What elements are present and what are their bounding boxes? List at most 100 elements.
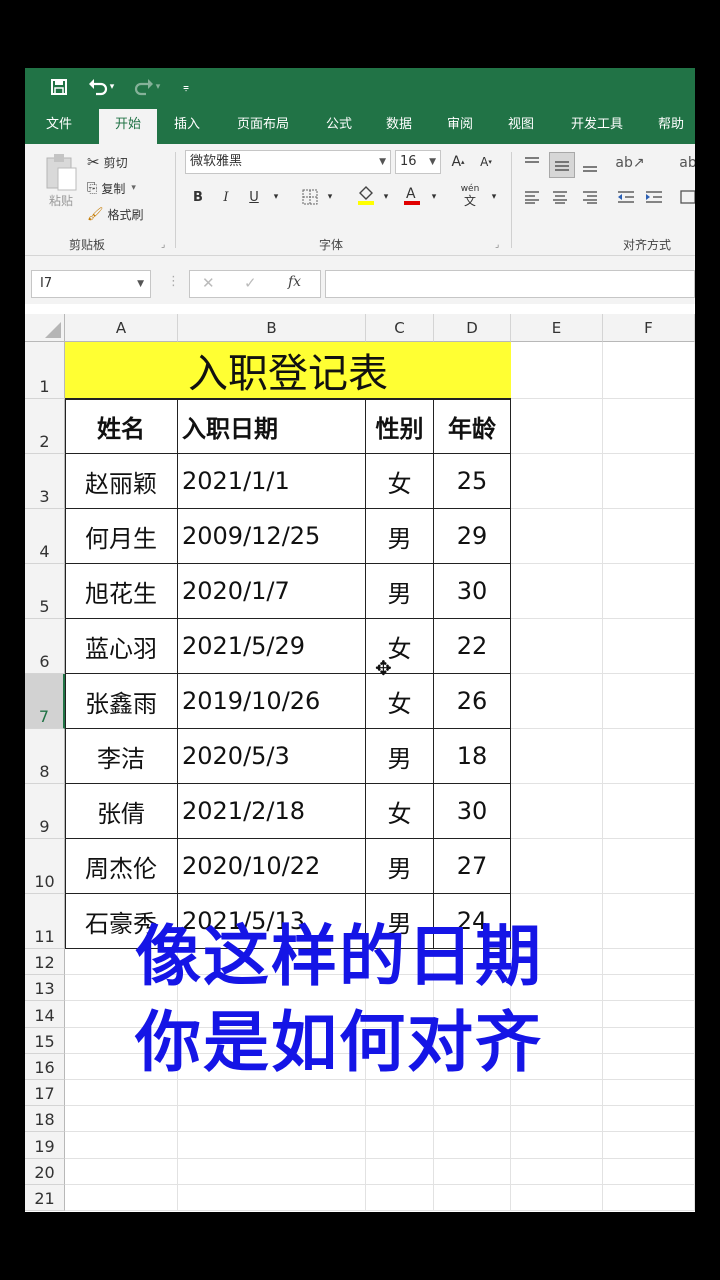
table-cell[interactable]: 2009/12/25 <box>178 509 366 564</box>
column-header-f[interactable]: F <box>603 314 695 342</box>
borders-icon[interactable] <box>299 186 321 208</box>
row-header[interactable]: 18 <box>25 1106 65 1133</box>
row-header[interactable]: 21 <box>25 1184 65 1211</box>
row-header[interactable]: 3 <box>25 454 65 509</box>
table-cell[interactable]: 女 <box>366 674 434 729</box>
font-family-select[interactable]: 微软雅黑 ▼ <box>185 150 391 174</box>
align-left-icon[interactable] <box>521 186 543 208</box>
increase-indent-icon[interactable] <box>643 186 665 208</box>
save-icon[interactable] <box>47 76 71 98</box>
tab-developer[interactable]: 开发工具 <box>559 106 635 144</box>
chevron-down-icon[interactable]: ▼ <box>137 271 144 297</box>
table-cell[interactable]: 张倩 <box>65 784 178 839</box>
align-right-icon[interactable] <box>579 186 601 208</box>
underline-button[interactable]: U <box>243 186 265 208</box>
row-header[interactable]: 15 <box>25 1027 65 1054</box>
align-middle-icon[interactable] <box>549 152 575 178</box>
table-cell[interactable]: 女 <box>366 784 434 839</box>
undo-icon[interactable]: ▾ <box>83 76 119 98</box>
decrease-indent-icon[interactable] <box>615 186 637 208</box>
row-header[interactable]: 14 <box>25 1001 65 1028</box>
fill-color-dropdown-icon[interactable]: ▾ <box>375 186 397 208</box>
select-all-corner[interactable] <box>25 314 65 342</box>
table-cell[interactable]: 30 <box>434 784 511 839</box>
tab-file[interactable]: 文件 <box>35 106 83 144</box>
table-cell[interactable]: 2020/1/7 <box>178 564 366 619</box>
bold-button[interactable]: B <box>187 186 209 208</box>
table-cell[interactable]: 25 <box>434 454 511 509</box>
format-painter-button[interactable]: 🖌 格式刷 <box>87 204 144 224</box>
row-header[interactable]: 8 <box>25 729 65 784</box>
table-cell[interactable]: 张鑫雨 <box>65 674 178 729</box>
align-bottom-icon[interactable] <box>579 154 601 176</box>
row-header[interactable]: 17 <box>25 1080 65 1107</box>
table-cell[interactable]: 2021/1/1 <box>178 454 366 509</box>
underline-dropdown-icon[interactable]: ▾ <box>265 186 287 208</box>
table-cell[interactable]: 29 <box>434 509 511 564</box>
row-header[interactable]: 2 <box>25 399 65 454</box>
enter-icon[interactable]: ✓ <box>244 274 257 292</box>
table-cell[interactable]: 18 <box>434 729 511 784</box>
tab-data[interactable]: 数据 <box>375 106 423 144</box>
row-header[interactable]: 10 <box>25 839 65 894</box>
table-cell[interactable]: 周杰伦 <box>65 839 178 894</box>
customize-icon[interactable]: ⩦ <box>177 76 195 98</box>
font-color-dropdown-icon[interactable]: ▾ <box>423 186 445 208</box>
row-header[interactable]: 20 <box>25 1158 65 1185</box>
row-header[interactable]: 6 <box>25 619 65 674</box>
font-size-select[interactable]: 16 ▼ <box>395 150 441 174</box>
table-header-cell[interactable]: 入职日期 <box>178 399 366 454</box>
row-header[interactable]: 16 <box>25 1053 65 1080</box>
row-header[interactable]: 13 <box>25 975 65 1002</box>
phonetic-dropdown-icon[interactable]: ▾ <box>483 186 505 208</box>
decrease-font-icon[interactable]: A ▾ <box>475 151 497 173</box>
orientation-icon[interactable]: ab↗ <box>613 152 647 174</box>
table-cell[interactable]: 赵丽颖 <box>65 454 178 509</box>
tab-help[interactable]: 帮助 <box>647 106 695 144</box>
sheet-title-cell[interactable]: 入职登记表 <box>65 342 511 399</box>
copy-button[interactable]: ⎘ 复制 ▾ <box>87 178 136 198</box>
merge-center-icon[interactable] <box>677 186 695 208</box>
table-cell[interactable]: 旭花生 <box>65 564 178 619</box>
row-header[interactable]: 19 <box>25 1132 65 1159</box>
table-cell[interactable]: 男 <box>366 839 434 894</box>
align-top-icon[interactable] <box>521 152 543 174</box>
table-header-cell[interactable]: 性别 <box>366 399 434 454</box>
borders-dropdown-icon[interactable]: ▾ <box>319 186 341 208</box>
table-cell[interactable]: 22 <box>434 619 511 674</box>
table-cell[interactable]: 30 <box>434 564 511 619</box>
insert-function-icon[interactable]: fx <box>288 274 301 290</box>
table-cell[interactable]: 27 <box>434 839 511 894</box>
column-header-d[interactable]: D <box>434 314 511 342</box>
row-header[interactable]: 7 <box>25 674 65 729</box>
row-header[interactable]: 1 <box>25 342 65 399</box>
table-cell[interactable]: 何月生 <box>65 509 178 564</box>
table-header-cell[interactable]: 年龄 <box>434 399 511 454</box>
table-cell[interactable]: 女 <box>366 454 434 509</box>
tab-formulas[interactable]: 公式 <box>315 106 363 144</box>
paste-button[interactable]: 粘贴 <box>39 152 83 224</box>
cancel-icon[interactable]: ✕ <box>202 274 215 292</box>
row-header[interactable]: 12 <box>25 949 65 976</box>
table-header-cell[interactable]: 姓名 <box>65 399 178 454</box>
increase-font-icon[interactable]: A ▴ <box>447 151 469 173</box>
name-box[interactable]: I7 ▼ <box>31 270 151 298</box>
formula-input[interactable] <box>325 270 695 298</box>
row-header[interactable]: 4 <box>25 509 65 564</box>
table-cell[interactable]: 男 <box>366 729 434 784</box>
table-cell[interactable]: 2021/5/29 <box>178 619 366 674</box>
column-header-a[interactable]: A <box>65 314 178 342</box>
tab-view[interactable]: 视图 <box>497 106 545 144</box>
dialog-launcher-icon[interactable]: ⌟ <box>161 240 165 250</box>
fill-color-icon[interactable] <box>355 184 377 206</box>
row-header[interactable]: 11 <box>25 894 65 949</box>
redo-icon[interactable]: ▾ <box>129 76 165 98</box>
table-cell[interactable]: 2020/10/22 <box>178 839 366 894</box>
tab-insert[interactable]: 插入 <box>163 106 211 144</box>
dialog-launcher-icon[interactable]: ⌟ <box>495 240 499 250</box>
tab-home[interactable]: 开始 <box>99 109 157 144</box>
italic-button[interactable]: I <box>215 186 237 208</box>
table-cell[interactable]: 26 <box>434 674 511 729</box>
phonetic-guide-icon[interactable]: wén 文 <box>455 180 485 210</box>
table-cell[interactable]: 2020/5/3 <box>178 729 366 784</box>
